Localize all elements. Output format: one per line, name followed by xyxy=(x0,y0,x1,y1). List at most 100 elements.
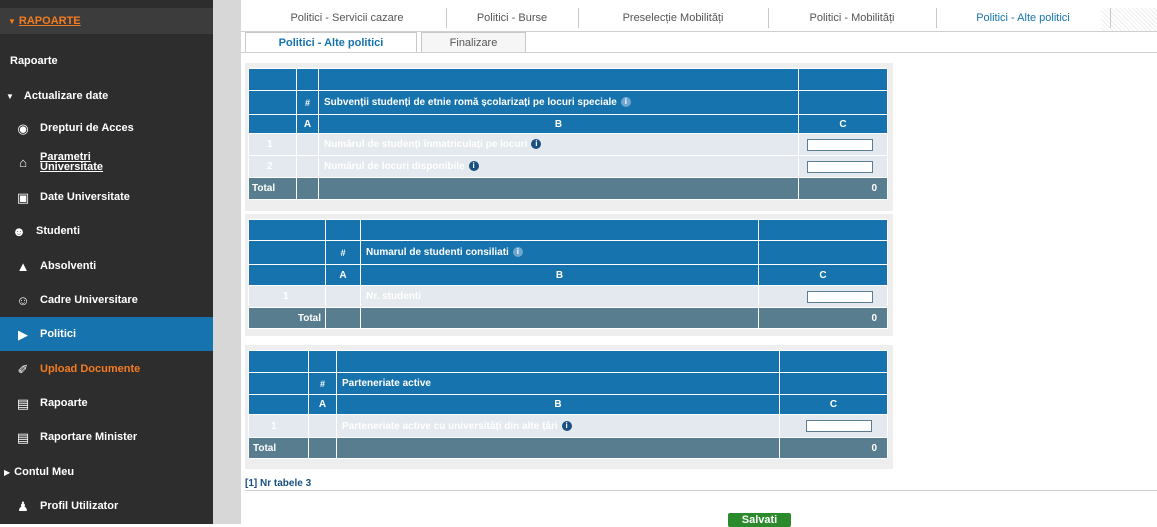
sidebar-item-rapoarte-top[interactable]: Rapoarte xyxy=(0,44,213,78)
sidebar-header[interactable]: ▼ RAPOARTE xyxy=(0,8,213,34)
row-number: 2 xyxy=(248,155,297,178)
table-row: 1 Nr. studenti xyxy=(248,285,888,308)
hash-header: # xyxy=(325,240,361,265)
row-label-text: Numărul de studenți înmatriculați pe loc… xyxy=(324,139,528,150)
total-label: Total xyxy=(248,307,326,329)
total-value: 0 xyxy=(758,307,888,329)
info-icon[interactable]: i xyxy=(531,139,542,150)
col-b-header: B xyxy=(336,394,780,415)
info-icon[interactable]: i xyxy=(468,161,479,172)
table-studenti-consiliati: # Numarul de studenti consiliati i A B C … xyxy=(248,219,888,329)
footer-divider xyxy=(245,490,1157,491)
table-row: 2 Numărul de locuri disponibile i xyxy=(248,155,888,178)
subtab-alte-politici[interactable]: Politici - Alte politici xyxy=(245,32,417,53)
col-b-header: B xyxy=(318,114,799,134)
sidebar-item-politici[interactable]: ▶ Politici xyxy=(0,317,213,351)
row-label-text: Numărul de locuri disponibile xyxy=(324,161,465,172)
total-label: Total xyxy=(248,437,309,459)
sidebar-item-label: Absolventi xyxy=(40,260,97,272)
value-input[interactable] xyxy=(807,290,873,303)
value-input[interactable] xyxy=(807,160,873,173)
total-row: Total 0 xyxy=(248,437,888,459)
sidebar-item-label: Cadre Universitare xyxy=(40,294,138,306)
col-a-header: A xyxy=(296,114,319,134)
save-button[interactable]: Salvati xyxy=(728,513,791,527)
total-value: 0 xyxy=(798,177,888,200)
sidebar: ▼ RAPOARTE Rapoarte ▼ Actualizare date ◉… xyxy=(0,0,213,524)
table-parteneriate: # Parteneriate active A B C 1 Parteneria… xyxy=(248,350,888,459)
table-title: Parteneriate active xyxy=(336,372,780,395)
sidebar-gutter xyxy=(213,0,241,524)
users-icon: ◉ xyxy=(17,120,29,136)
triangle-down-icon: ▼ xyxy=(8,16,16,26)
car-icon: ▣ xyxy=(16,189,30,205)
row-label-text: Parteneriate active cu universități din … xyxy=(342,420,558,432)
tab-preselectie-mobilitati[interactable]: Preselecție Mobilități xyxy=(578,8,769,28)
total-row: Total 0 xyxy=(248,307,888,329)
col-c-header: C xyxy=(779,394,888,415)
info-icon[interactable]: i xyxy=(561,420,572,431)
table-row: 1 Numărul de studenți înmatriculați pe l… xyxy=(248,133,888,156)
total-label: Total xyxy=(248,177,297,200)
table-title: Numarul de studenti consiliati i xyxy=(360,240,759,265)
tab-alte-politici[interactable]: Politici - Alte politici xyxy=(936,8,1111,28)
nr-tabele-note: [1] Nr tabele 3 xyxy=(245,478,312,489)
sidebar-item-label: Drepturi de Acces xyxy=(40,122,134,134)
chart-icon: ▤ xyxy=(16,429,30,445)
sidebar-item-contul-meu[interactable]: ▶ Contul Meu xyxy=(0,455,213,489)
subtab-finalizare[interactable]: Finalizare xyxy=(421,32,526,53)
col-a-header: A xyxy=(308,394,337,415)
col-b-header: B xyxy=(360,264,759,286)
triangle-right-icon: ▶ xyxy=(4,467,11,477)
total-row: Total 0 xyxy=(248,177,888,200)
sidebar-item-parametri-universitate[interactable]: ⌂ Parametri Universitate xyxy=(0,145,213,179)
tab-burse[interactable]: Politici - Burse xyxy=(446,8,579,28)
row-label: Numărul de studenți înmatriculați pe loc… xyxy=(318,133,799,156)
sidebar-item-studenti[interactable]: ☻ Studenti xyxy=(0,214,213,248)
sidebar-item-label: Parametri Universitate xyxy=(40,151,103,173)
tab-servicii-cazare[interactable]: Politici - Servicii cazare xyxy=(248,8,447,28)
teacher-icon: ☺ xyxy=(16,292,30,308)
upload-icon: ✐ xyxy=(17,361,29,377)
table-title-text: Numarul de studenti consiliati xyxy=(366,247,509,258)
tab-mobilitati[interactable]: Politici - Mobilități xyxy=(768,8,937,28)
sidebar-item-date-universitate[interactable]: ▣ Date Universitate xyxy=(0,180,213,214)
sidebar-item-absolventi[interactable]: ▲ Absolventi xyxy=(0,249,213,283)
sidebar-item-label: Date Universitate xyxy=(40,191,130,203)
value-input[interactable] xyxy=(807,138,873,151)
row-number: 1 xyxy=(248,285,326,308)
total-value: 0 xyxy=(779,437,888,459)
table-title: Subvenții studenți de etnie romă școlari… xyxy=(318,90,799,115)
info-icon[interactable]: i xyxy=(512,247,523,258)
user-icon: ♟ xyxy=(17,498,29,514)
col-a-header: A xyxy=(325,264,361,286)
row-label: Nr. studenti xyxy=(360,285,759,308)
sidebar-item-drepturi-de-acces[interactable]: ◉ Drepturi de Acces xyxy=(0,111,213,145)
hash-header: # xyxy=(308,372,337,395)
sidebar-item-cadre-universitare[interactable]: ☺ Cadre Universitare xyxy=(0,283,213,317)
sidebar-item-raportare-minister[interactable]: ▤ Raportare Minister xyxy=(0,420,213,454)
row-label: Parteneriate active cu universități din … xyxy=(336,414,780,438)
sidebar-item-upload-documente[interactable]: ✐ Upload Documente xyxy=(0,352,213,386)
sidebar-item-actualizare-date[interactable]: ▼ Actualizare date xyxy=(0,79,213,113)
building-icon: ⌂ xyxy=(19,154,27,170)
sidebar-item-label: Contul Meu xyxy=(14,466,75,478)
table-subventii: # Subvenții studenți de etnie romă școla… xyxy=(248,68,888,200)
row-label: Numărul de locuri disponibile i xyxy=(318,155,799,178)
info-icon[interactable]: i xyxy=(620,97,631,108)
sidebar-item-label: Actualizare date xyxy=(23,90,109,102)
sidebar-item-label: Upload Documente xyxy=(40,363,141,375)
sidebar-item-profil-utilizator[interactable]: ♟ Profil Utilizator xyxy=(0,489,213,523)
row-number: 1 xyxy=(248,414,309,438)
row-number: 1 xyxy=(248,133,297,156)
sidebar-item-label: Profil Utilizator xyxy=(40,500,119,512)
policy-icon: ▶ xyxy=(18,326,28,342)
table-row: 1 Parteneriate active cu universități di… xyxy=(248,414,888,438)
sidebar-item-label: Rapoarte xyxy=(10,55,58,67)
sidebar-item-label: Politici xyxy=(40,328,77,340)
chart-icon: ▤ xyxy=(16,395,30,411)
hash-header: # xyxy=(296,90,319,115)
triangle-down-icon: ▼ xyxy=(6,91,14,101)
value-input[interactable] xyxy=(806,420,872,432)
sidebar-item-rapoarte[interactable]: ▤ Rapoarte xyxy=(0,386,213,420)
